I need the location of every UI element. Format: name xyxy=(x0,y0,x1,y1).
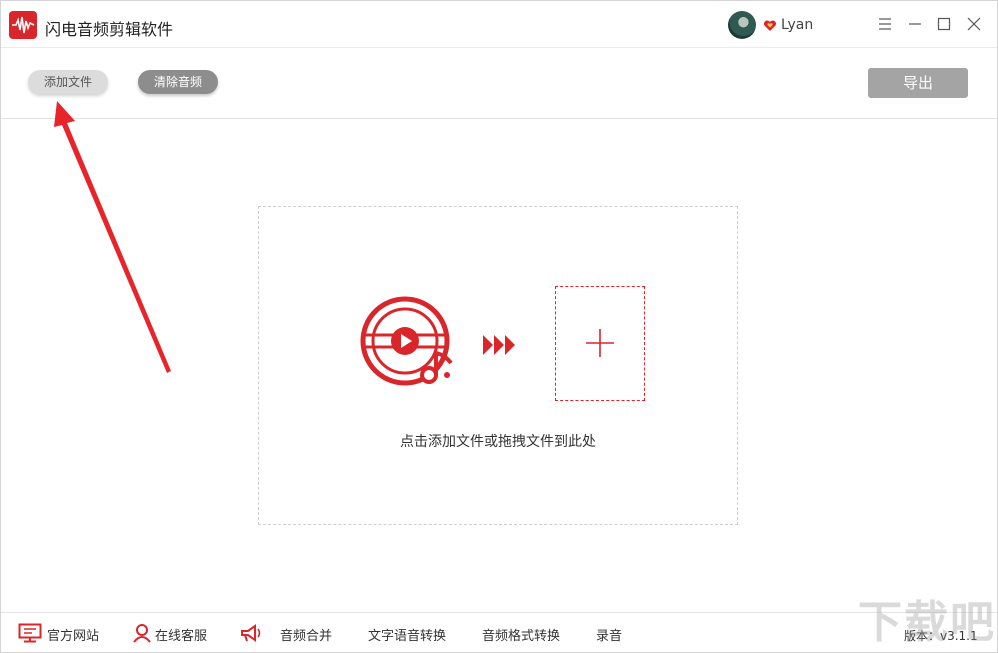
format-convert-link[interactable]: 音频格式转换 xyxy=(482,625,560,644)
record-link[interactable]: 录音 xyxy=(596,625,622,644)
file-drop-zone[interactable]: 点击添加文件或拖拽文件到此处 xyxy=(258,206,738,525)
app-window: 闪电音频剪辑软件 Lyan 添加文件 清除音频 导出 点击添加文件或拖拽文件到此… xyxy=(0,0,998,653)
triple-arrow-icon xyxy=(483,335,515,355)
avatar[interactable] xyxy=(728,11,756,39)
app-title: 闪电音频剪辑软件 xyxy=(45,20,174,39)
plus-icon xyxy=(586,329,614,357)
music-disc-icon xyxy=(360,296,453,386)
heart-vip-icon xyxy=(763,18,777,32)
user-support-icon xyxy=(133,624,151,643)
export-button[interactable]: 导出 xyxy=(868,68,968,98)
official-site-link[interactable]: 官方网站 xyxy=(47,625,99,644)
username[interactable]: Lyan xyxy=(781,17,813,33)
minimize-icon[interactable] xyxy=(905,14,925,34)
app-logo-icon xyxy=(9,11,37,39)
add-file-button[interactable]: 添加文件 xyxy=(28,70,108,94)
clear-audio-button[interactable]: 清除音频 xyxy=(138,70,218,94)
title-bar: 闪电音频剪辑软件 Lyan xyxy=(1,1,997,48)
add-file-box[interactable] xyxy=(555,286,645,401)
drop-hint-text: 点击添加文件或拖拽文件到此处 xyxy=(400,434,596,450)
text-to-speech-link[interactable]: 文字语音转换 xyxy=(368,625,446,644)
annotation-arrow xyxy=(54,101,171,373)
toolbar: 添加文件 清除音频 导出 xyxy=(1,48,997,119)
audio-merge-link[interactable]: 音频合并 xyxy=(280,625,332,644)
megaphone-icon xyxy=(241,624,261,642)
watermark-logo: 下载吧 xyxy=(858,597,996,648)
footer-bar: 官方网站 在线客服 音频合并 文字语音转换 音频格式转换 录音 版本：v3.1.… xyxy=(1,612,997,653)
menu-icon[interactable] xyxy=(875,14,895,34)
maximize-icon[interactable] xyxy=(934,14,954,34)
monitor-icon xyxy=(18,623,42,643)
close-icon[interactable] xyxy=(964,14,984,34)
online-support-link[interactable]: 在线客服 xyxy=(155,625,207,644)
